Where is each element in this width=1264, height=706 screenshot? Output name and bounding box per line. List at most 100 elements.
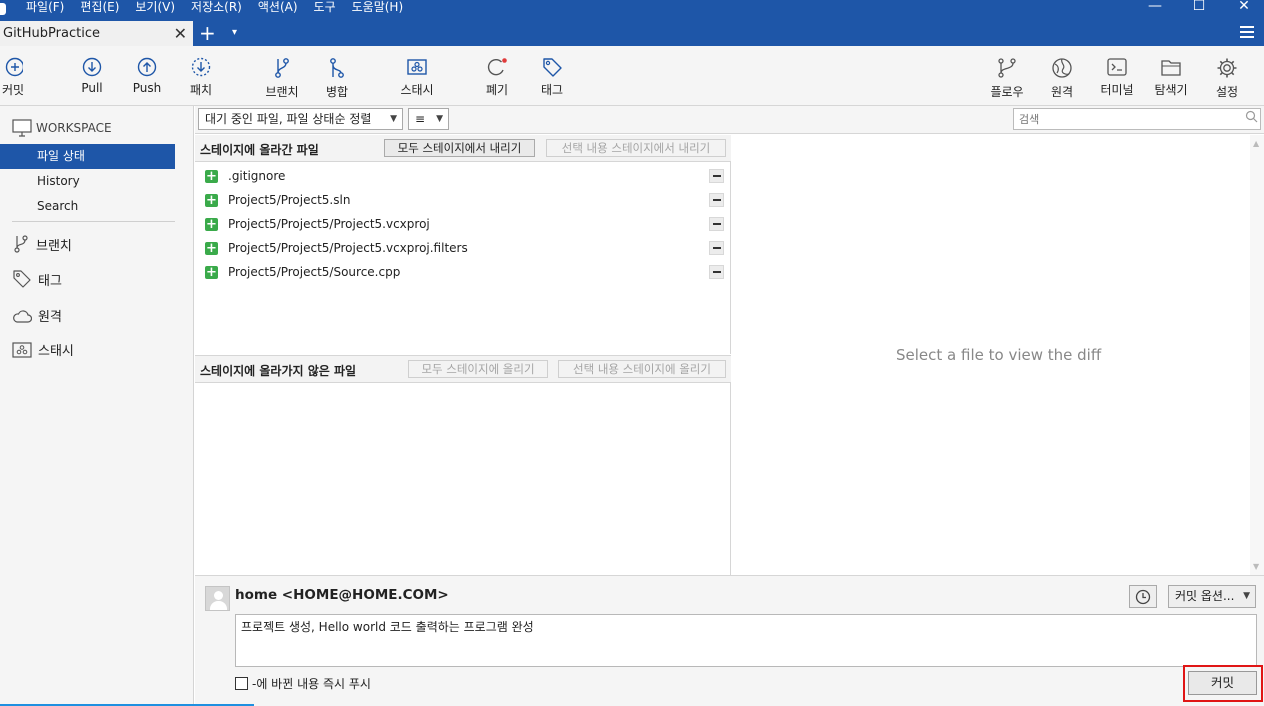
scroll-up-icon[interactable]: ▲ [1253,139,1259,148]
unstage-file-button[interactable] [709,217,724,231]
sidebar-item-file-status[interactable]: 파일 상태 [0,144,175,169]
remote-button[interactable]: 원격 [1045,46,1079,106]
file-added-icon: + [205,241,218,256]
merge-button[interactable]: 병합 [322,46,352,106]
file-added-icon: + [205,193,218,208]
staged-file-row[interactable]: + Project5/Project5.sln [195,188,731,212]
sidebar-section-stashes[interactable]: 스태시 [12,340,74,359]
folder-icon [1161,60,1181,76]
commit-message-input[interactable]: 프로젝트 생성, Hello world 코드 출력하는 프로그램 완성 [235,614,1257,667]
git-flow-button[interactable]: 플로우 [984,46,1030,106]
new-tab-button[interactable]: + [199,21,216,45]
terminal-icon [1107,58,1127,76]
sidebar-section-remotes[interactable]: 원격 [12,306,62,325]
terminal-label: 터미널 [1100,83,1134,97]
commit-button[interactable]: 커밋 [1188,671,1257,695]
push-immediately-checkbox[interactable] [235,677,248,690]
merge-label: 병합 [325,85,349,99]
sidebar-item-search[interactable]: Search [0,194,175,219]
unstage-selected-button[interactable]: 선택 내용 스테이지에서 내리기 [546,139,726,157]
remote-label: 원격 [1050,85,1074,99]
staged-file-row[interactable]: + Project5/Project5/Project5.vcxproj.fil… [195,236,731,260]
explorer-button[interactable]: 탐색기 [1151,46,1191,106]
tag-icon [13,270,31,288]
close-window-button[interactable]: ✕ [1224,0,1264,14]
tab-list-dropdown-icon[interactable]: ▾ [232,27,237,38]
branch-label: 브랜치 [265,85,299,99]
minimize-button[interactable]: — [1135,0,1175,14]
sidebar-item-history[interactable]: History [0,169,175,194]
push-immediately-label: -에 바뀐 내용 즉시 푸시 [252,677,371,691]
workspace-label: WORKSPACE [36,121,112,135]
sidebar-section-tags[interactable]: 태그 [12,269,62,289]
terminal-button[interactable]: 터미널 [1096,46,1138,106]
file-added-icon: + [205,217,218,232]
scroll-down-icon[interactable]: ▼ [1253,562,1259,571]
unstage-file-button[interactable] [709,169,724,183]
tab-close-icon[interactable]: ✕ [174,24,187,43]
staged-file-row[interactable]: + .gitignore [195,164,731,188]
menu-tools[interactable]: 도구 [314,0,336,21]
patch-button[interactable]: 패치 [186,46,216,106]
commit-history-button[interactable] [1129,585,1157,608]
staged-file-row[interactable]: + Project5/Project5/Source.cpp [195,260,731,284]
git-flow-label: 플로우 [990,85,1024,99]
sort-dropdown[interactable]: 대기 중인 파일, 파일 상태순 정렬 ▼ [198,108,403,130]
view-mode-dropdown[interactable]: ≡ ▼ [408,108,449,130]
unstaged-title: 스테이지에 올라가지 않은 파일 [200,364,357,378]
tag-icon [543,58,562,77]
pull-button[interactable]: Pull [77,46,107,106]
git-flow-icon [998,58,1016,78]
globe-icon [1052,58,1072,78]
sort-dropdown-label: 대기 중인 파일, 파일 상태순 정렬 [205,112,372,126]
push-label: Push [132,81,162,95]
sidebar-section-branches-label: 브랜치 [36,238,72,254]
discard-button[interactable]: 폐기 [482,46,512,106]
tag-button[interactable]: 태그 [537,46,567,106]
file-added-icon: + [205,265,218,280]
sidebar-section-tags-label: 태그 [38,273,62,289]
unstage-file-button[interactable] [709,193,724,207]
cloud-icon [13,309,32,323]
menu-actions[interactable]: 액션(A) [258,0,298,21]
repo-tab-label: GitHubPractice [3,26,100,41]
commit-toolbar-button[interactable]: 커밋 [0,46,26,106]
branch-icon [275,58,289,78]
unstage-file-button[interactable] [709,265,724,279]
branch-button[interactable]: 브랜치 [262,46,302,106]
menu-repository[interactable]: 저장소(R) [191,0,242,21]
staged-file-row[interactable]: + Project5/Project5/Project5.vcxproj [195,212,731,236]
file-added-icon: + [205,169,218,184]
sidebar-section-stashes-label: 스태시 [38,344,74,359]
menu-edit[interactable]: 편집(E) [80,0,119,21]
file-name: Project5/Project5/Project5.vcxproj.filte… [228,241,468,255]
pull-label: Pull [81,81,103,95]
stash-label: 스태시 [400,83,434,97]
menu-view[interactable]: 보기(V) [135,0,175,21]
stage-all-button[interactable]: 모두 스테이지에 올리기 [408,360,548,378]
hamburger-menu-icon[interactable] [1240,26,1254,38]
branch-icon [14,235,28,253]
commit-options-dropdown[interactable]: 커밋 옵션... ▼ [1168,585,1256,608]
unstage-all-button[interactable]: 모두 스테이지에서 내리기 [384,139,535,157]
stash-button[interactable]: 스태시 [397,46,437,106]
menu-file[interactable]: 파일(F) [26,0,64,21]
search-input[interactable] [1013,108,1261,130]
unstage-file-button[interactable] [709,241,724,255]
app-icon [0,3,6,15]
merge-icon [330,58,344,78]
sidebar-section-branches[interactable]: 브랜치 [12,234,72,254]
sourcetree-window: 파일(F) 편집(E) 보기(V) 저장소(R) 액션(A) 도구 도움말(H)… [0,0,1264,706]
push-button[interactable]: Push [131,46,163,106]
repo-tab[interactable]: GitHubPractice ✕ [0,21,193,46]
stage-selected-button[interactable]: 선택 내용 스테이지에 올리기 [558,360,726,378]
settings-button[interactable]: 설정 [1211,46,1243,106]
maximize-button[interactable]: ☐ [1179,0,1219,14]
menu-help[interactable]: 도움말(H) [352,0,404,21]
commit-toolbar-label: 커밋 [1,83,25,97]
file-name: Project5/Project5.sln [228,193,351,207]
diff-scrollbar[interactable]: ▲ ▼ [1250,135,1264,575]
staged-header: 스테이지에 올라간 파일 모두 스테이지에서 내리기 선택 내용 스테이지에서 … [195,135,731,162]
chevron-down-icon: ▼ [1243,591,1250,601]
search-icon [1245,110,1258,123]
